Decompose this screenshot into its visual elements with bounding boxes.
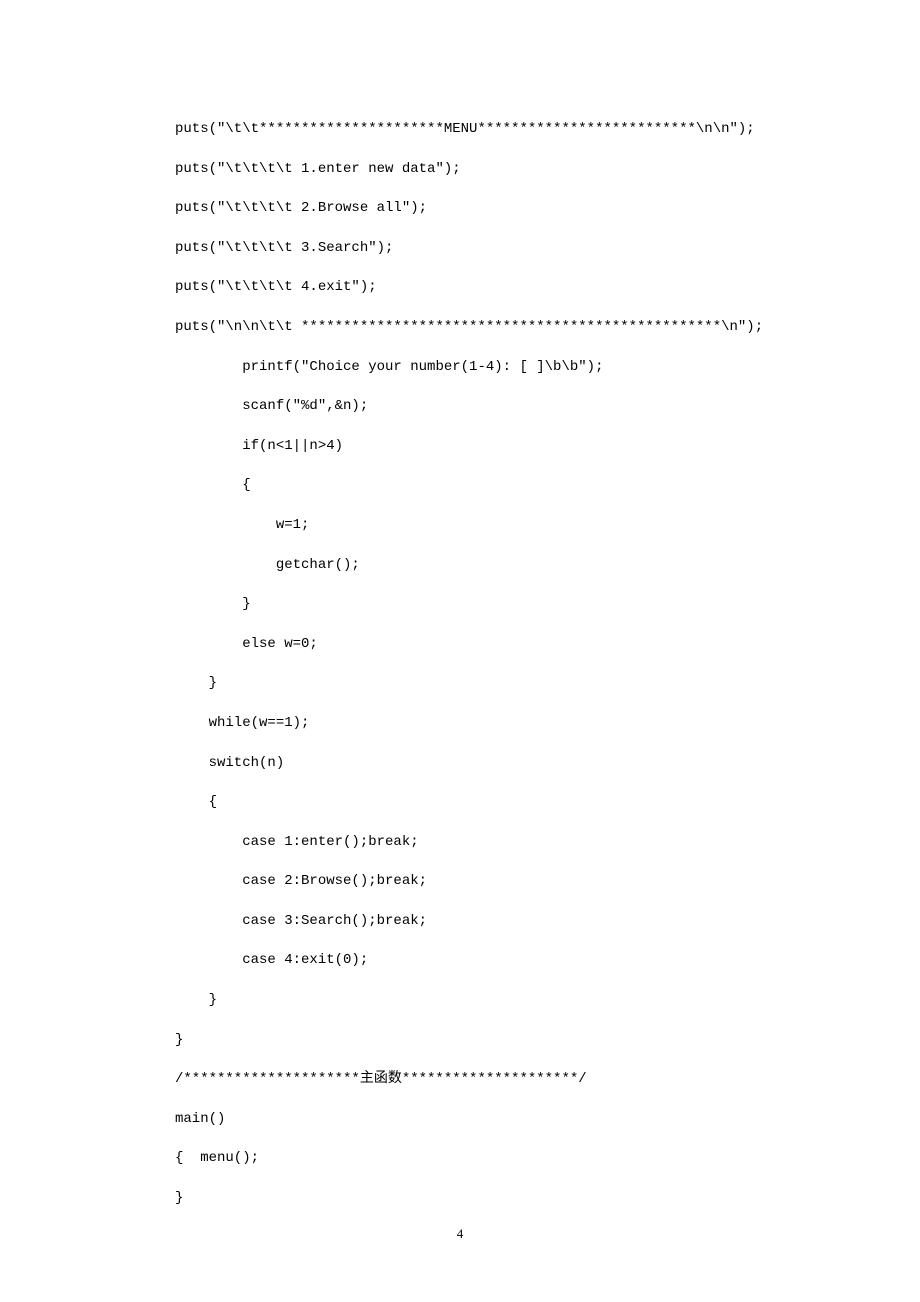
code-line: puts("\t\t\t\t 2.Browse all");: [175, 199, 745, 219]
code-line: puts("\n\n\t\t *************************…: [175, 318, 745, 338]
code-line: main(): [175, 1110, 745, 1130]
code-line: {: [175, 476, 745, 496]
document-page: puts("\t\t**********************MENU****…: [0, 0, 920, 1302]
code-line: puts("\t\t\t\t 4.exit");: [175, 278, 745, 298]
code-line: }: [175, 1031, 745, 1051]
code-line: }: [175, 991, 745, 1011]
code-line: case 2:Browse();break;: [175, 872, 745, 892]
code-line: case 1:enter();break;: [175, 833, 745, 853]
code-line: while(w==1);: [175, 714, 745, 734]
code-line: case 4:exit(0);: [175, 951, 745, 971]
code-line: else w=0;: [175, 635, 745, 655]
code-line: switch(n): [175, 754, 745, 774]
code-line: }: [175, 674, 745, 694]
code-line: scanf("%d",&n);: [175, 397, 745, 417]
code-line: if(n<1||n>4): [175, 437, 745, 457]
code-line: puts("\t\t\t\t 1.enter new data");: [175, 160, 745, 180]
code-line: printf("Choice your number(1-4): [ ]\b\b…: [175, 358, 745, 378]
code-line: {: [175, 793, 745, 813]
code-line: puts("\t\t\t\t 3.Search");: [175, 239, 745, 259]
code-line: { menu();: [175, 1149, 745, 1169]
code-line: /*********************主函数***************…: [175, 1070, 745, 1090]
code-line: getchar();: [175, 556, 745, 576]
page-number: 4: [0, 1226, 920, 1242]
code-line: w=1;: [175, 516, 745, 536]
code-line: }: [175, 595, 745, 615]
code-line: puts("\t\t**********************MENU****…: [175, 120, 745, 140]
code-line: case 3:Search();break;: [175, 912, 745, 932]
code-line: }: [175, 1189, 745, 1209]
